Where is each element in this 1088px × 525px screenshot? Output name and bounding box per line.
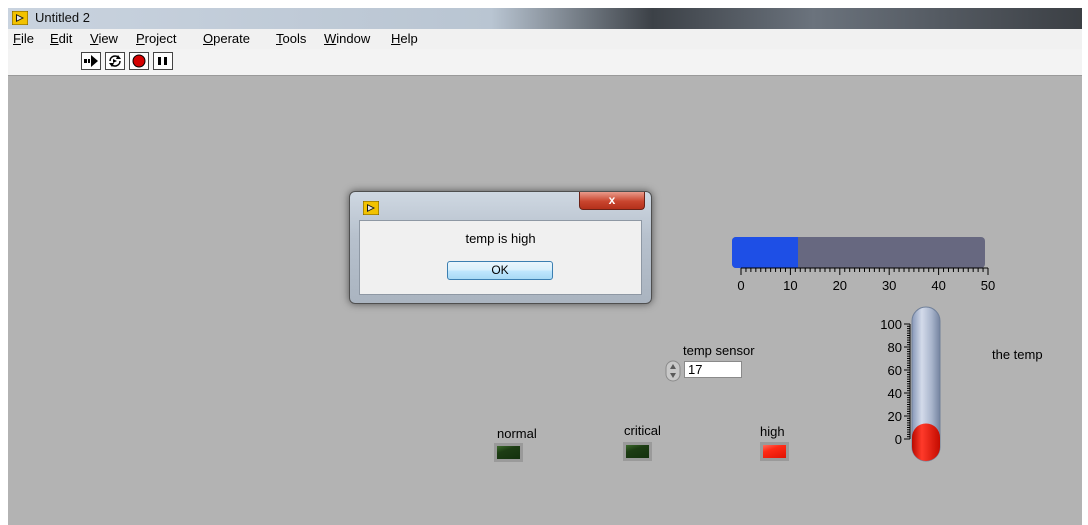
thermometer-tick-label: 0	[895, 432, 902, 447]
menu-item-project[interactable]: Project	[136, 31, 176, 46]
indicator-label-high: high	[760, 424, 785, 439]
menu-bar: File Edit View Project Operate Tools Window Hel…	[8, 29, 1082, 50]
progress-fill	[732, 237, 798, 268]
thermometer-tick-label: 40	[888, 386, 902, 401]
thermometer-fill	[912, 423, 940, 461]
pause-button[interactable]	[153, 52, 173, 70]
menu-item-operate[interactable]: Operate	[203, 31, 250, 46]
temp-sensor-input[interactable]: 17	[684, 361, 742, 378]
dialog-message: temp is high	[465, 231, 536, 246]
thermometer-scale: 100 80 60 40 20 0	[880, 318, 911, 447]
abort-execution-icon	[132, 54, 146, 68]
run-button[interactable]	[81, 52, 101, 70]
thermometer-tick-label: 20	[888, 409, 902, 424]
close-icon: x	[608, 193, 616, 207]
progress-bar	[732, 237, 985, 268]
run-arrow-icon	[84, 55, 98, 67]
thermometer-label: the temp	[992, 347, 1043, 362]
labview-app-icon	[11, 10, 29, 26]
thermometer	[911, 306, 941, 462]
dialog-body: temp is high OK	[359, 220, 642, 295]
dialog-close-button[interactable]: x	[579, 192, 645, 210]
menu-item-window[interactable]: Window	[324, 31, 370, 46]
progress-tick-label: 30	[882, 278, 896, 292]
menu-item-file[interactable]: File	[13, 31, 34, 46]
progress-tick-label: 0	[737, 278, 744, 292]
indicator-label-normal: normal	[497, 426, 537, 441]
toolbar	[8, 49, 1082, 76]
run-continuously-button[interactable]	[105, 52, 125, 70]
run-continuously-icon	[109, 55, 121, 67]
pause-icon	[158, 57, 167, 65]
menu-item-edit[interactable]: Edit	[50, 31, 72, 46]
menu-item-help[interactable]: Help	[391, 31, 418, 46]
window-title: Untitled 2	[35, 10, 90, 25]
menu-item-view[interactable]: View	[90, 31, 118, 46]
ok-button[interactable]: OK	[447, 261, 553, 280]
abort-execution-button[interactable]	[129, 52, 149, 70]
title-bar: Untitled 2	[8, 8, 1082, 29]
critical-led[interactable]	[623, 442, 652, 461]
thermometer-tick-label: 60	[888, 363, 902, 378]
labview-dialog-icon	[362, 200, 380, 220]
progress-tick-label: 50	[981, 278, 995, 292]
progress-tick-label: 10	[783, 278, 797, 292]
thermometer-tick-label: 100	[880, 318, 902, 332]
temp-sensor-label: temp sensor	[683, 343, 755, 358]
progress-tick-label: 40	[931, 278, 945, 292]
increment-decrement-stepper[interactable]	[664, 360, 682, 382]
progress-scale: 0 10 20 30 40 50	[737, 267, 995, 292]
message-dialog: x temp is high OK	[349, 191, 652, 304]
high-led[interactable]	[760, 442, 789, 461]
indicator-label-critical: critical	[624, 423, 661, 438]
normal-led[interactable]	[494, 443, 523, 462]
labview-window: Untitled 2 File Edit View Project Operate Too…	[8, 8, 1082, 525]
progress-tick-label: 20	[833, 278, 847, 292]
thermometer-tick-label: 80	[888, 340, 902, 355]
menu-item-tools[interactable]: Tools	[276, 31, 306, 46]
